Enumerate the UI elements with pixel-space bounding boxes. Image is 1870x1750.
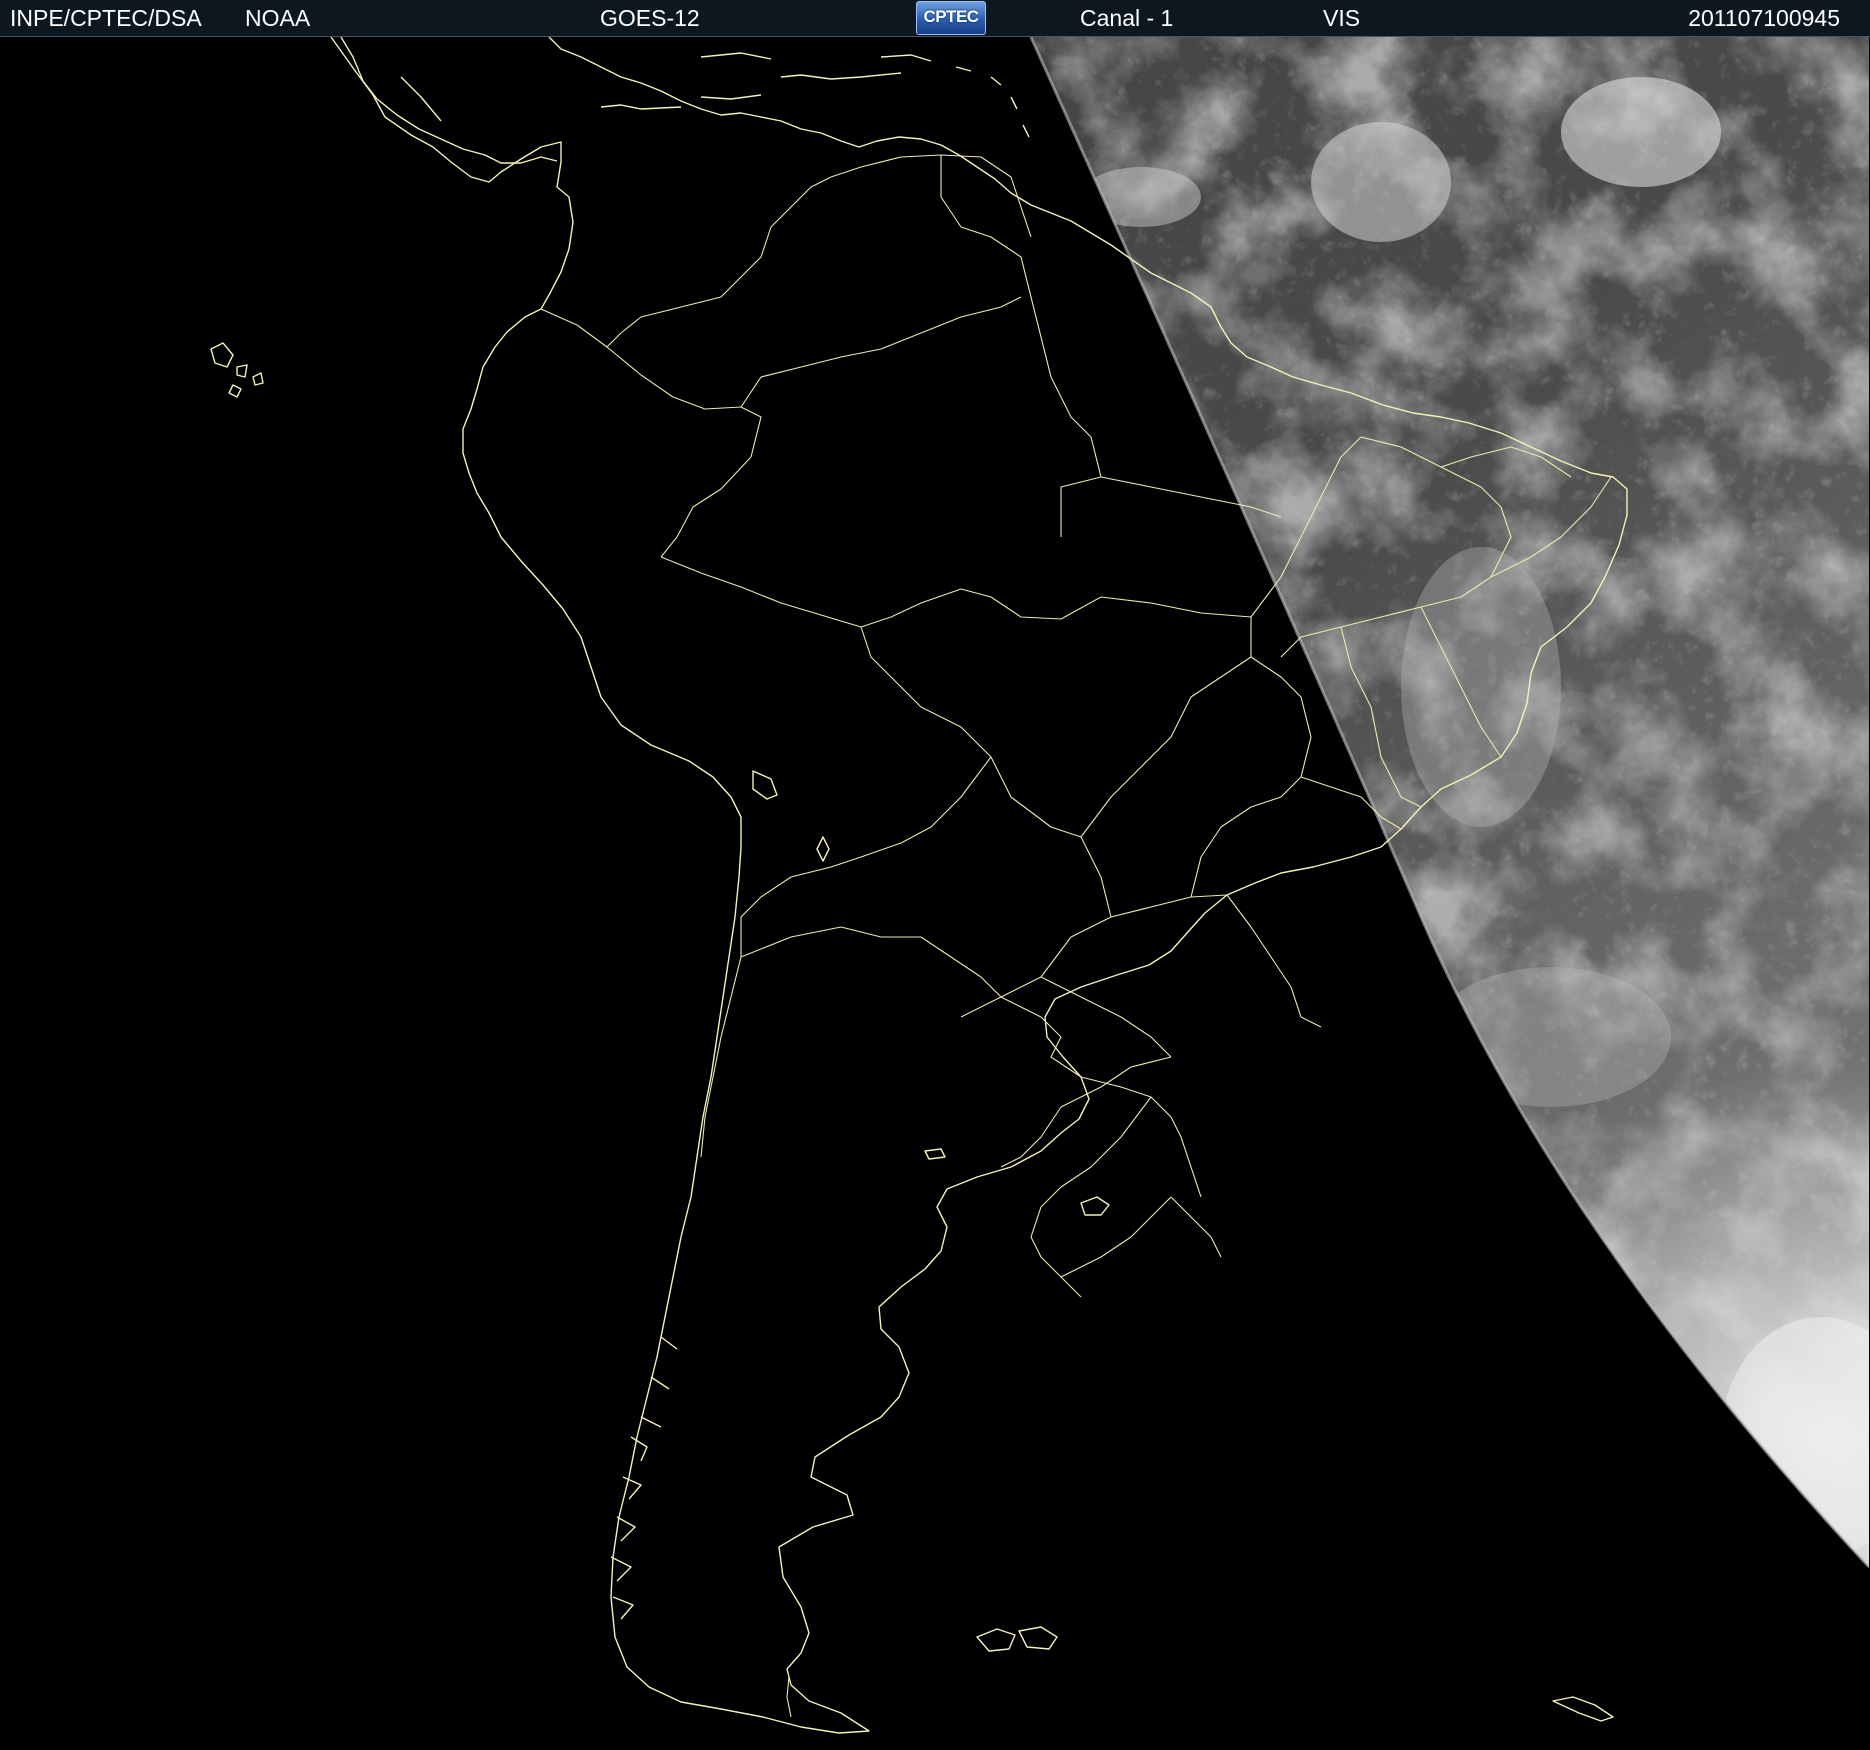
timestamp-label: 201107100945 [1688,5,1840,31]
image-header-bar: INPE/CPTEC/DSA NOAA GOES-12 CPTEC Canal … [0,0,1870,37]
south-georgia-island [1552,1696,1614,1722]
lake-mar-chiquita [924,1148,946,1160]
chilean-fjords [610,1336,678,1620]
central-america-coastline [340,37,902,164]
daylight-cloud-region [1031,37,1869,1567]
satellite-image [1,37,1869,1749]
agency-label: NOAA [245,5,311,31]
galapagos-islands [210,342,264,398]
falkland-islands [976,1626,1058,1652]
lagoa-dos-patos [1080,1196,1110,1216]
band-label: VIS [1323,5,1361,31]
satellite-label: GOES-12 [600,5,700,31]
lake-titicaca [752,770,778,800]
satellite-map-svg [210,37,1869,1734]
caribbean-islands [700,52,1030,138]
lake-poopo [816,836,830,862]
satellite-image-page: INPE/CPTEC/DSA NOAA GOES-12 CPTEC Canal … [0,0,1870,1750]
cptec-logo-text: CPTEC [923,7,979,26]
channel-label: Canal - 1 [1080,5,1174,31]
cptec-logo: CPTEC [916,1,986,35]
organization-label: INPE/CPTEC/DSA [10,5,202,31]
